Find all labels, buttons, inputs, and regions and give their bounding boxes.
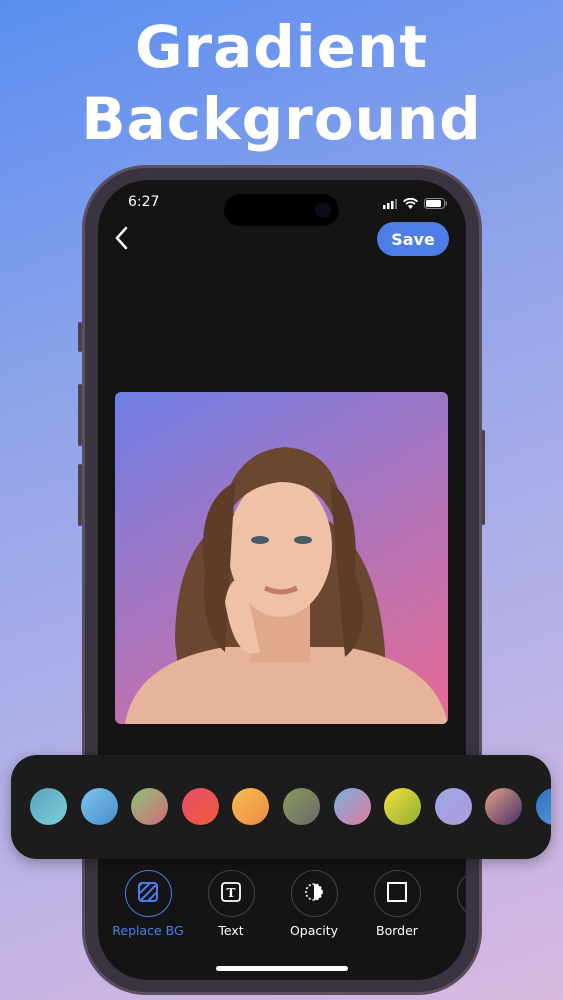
tool-icon-circle: T [207,870,255,917]
headline-line2: Background [81,85,482,153]
tool-icon-circle [290,870,338,917]
gradient-swatch[interactable] [333,788,371,825]
gradient-swatch[interactable] [30,788,67,825]
back-button[interactable] [114,224,128,257]
tool-icon-circle [124,870,172,917]
tool-label: Opacity [289,923,339,938]
headline-line1: Gradient [134,13,429,81]
tool-sh[interactable]: Sh [440,870,466,938]
gradient-swatch[interactable] [434,788,472,825]
tool-icon-circle [373,870,421,917]
tool-replace-bg[interactable]: Replace BG [108,870,188,938]
camera-icon [315,202,331,218]
tool-border[interactable]: Border [357,870,437,938]
dynamic-island [224,194,339,226]
tool-label: Replace BG [112,923,184,938]
wifi-icon [403,198,418,209]
tool-label: Text [218,923,244,938]
gradient-swatch[interactable] [283,788,320,825]
text-icon: T [221,881,241,906]
gradient-swatch[interactable] [384,788,422,825]
border-icon [387,881,407,906]
portrait-figure [125,447,448,724]
svg-text:T: T [227,886,236,900]
replace-bg-icon [138,881,158,906]
battery-icon [424,198,447,209]
tool-text[interactable]: T Text [191,870,271,938]
gradient-swatch[interactable] [485,788,523,825]
gradient-swatch[interactable] [536,788,551,825]
phone-screen: 6:27 Save Replace BG T Text Opacity Border Sh [98,180,466,980]
gradient-swatch[interactable] [181,788,219,825]
chevron-left-icon [115,226,128,250]
tool-label: Border [376,923,418,938]
tool-icon-circle [456,870,466,917]
gradient-swatch[interactable] [131,788,169,825]
gradient-swatch[interactable] [232,788,270,825]
edited-photo [115,392,448,724]
save-button[interactable]: Save [377,222,449,256]
gradient-swatch[interactable] [80,788,118,825]
status-icons [383,198,448,209]
opacity-icon [304,882,324,906]
tool-label: Sh [440,923,466,938]
gradient-color-picker [11,755,551,859]
home-indicator [216,966,348,971]
tool-opacity[interactable]: Opacity [274,870,354,938]
signal-icon [383,198,397,209]
status-time: 6:27 [128,194,160,210]
